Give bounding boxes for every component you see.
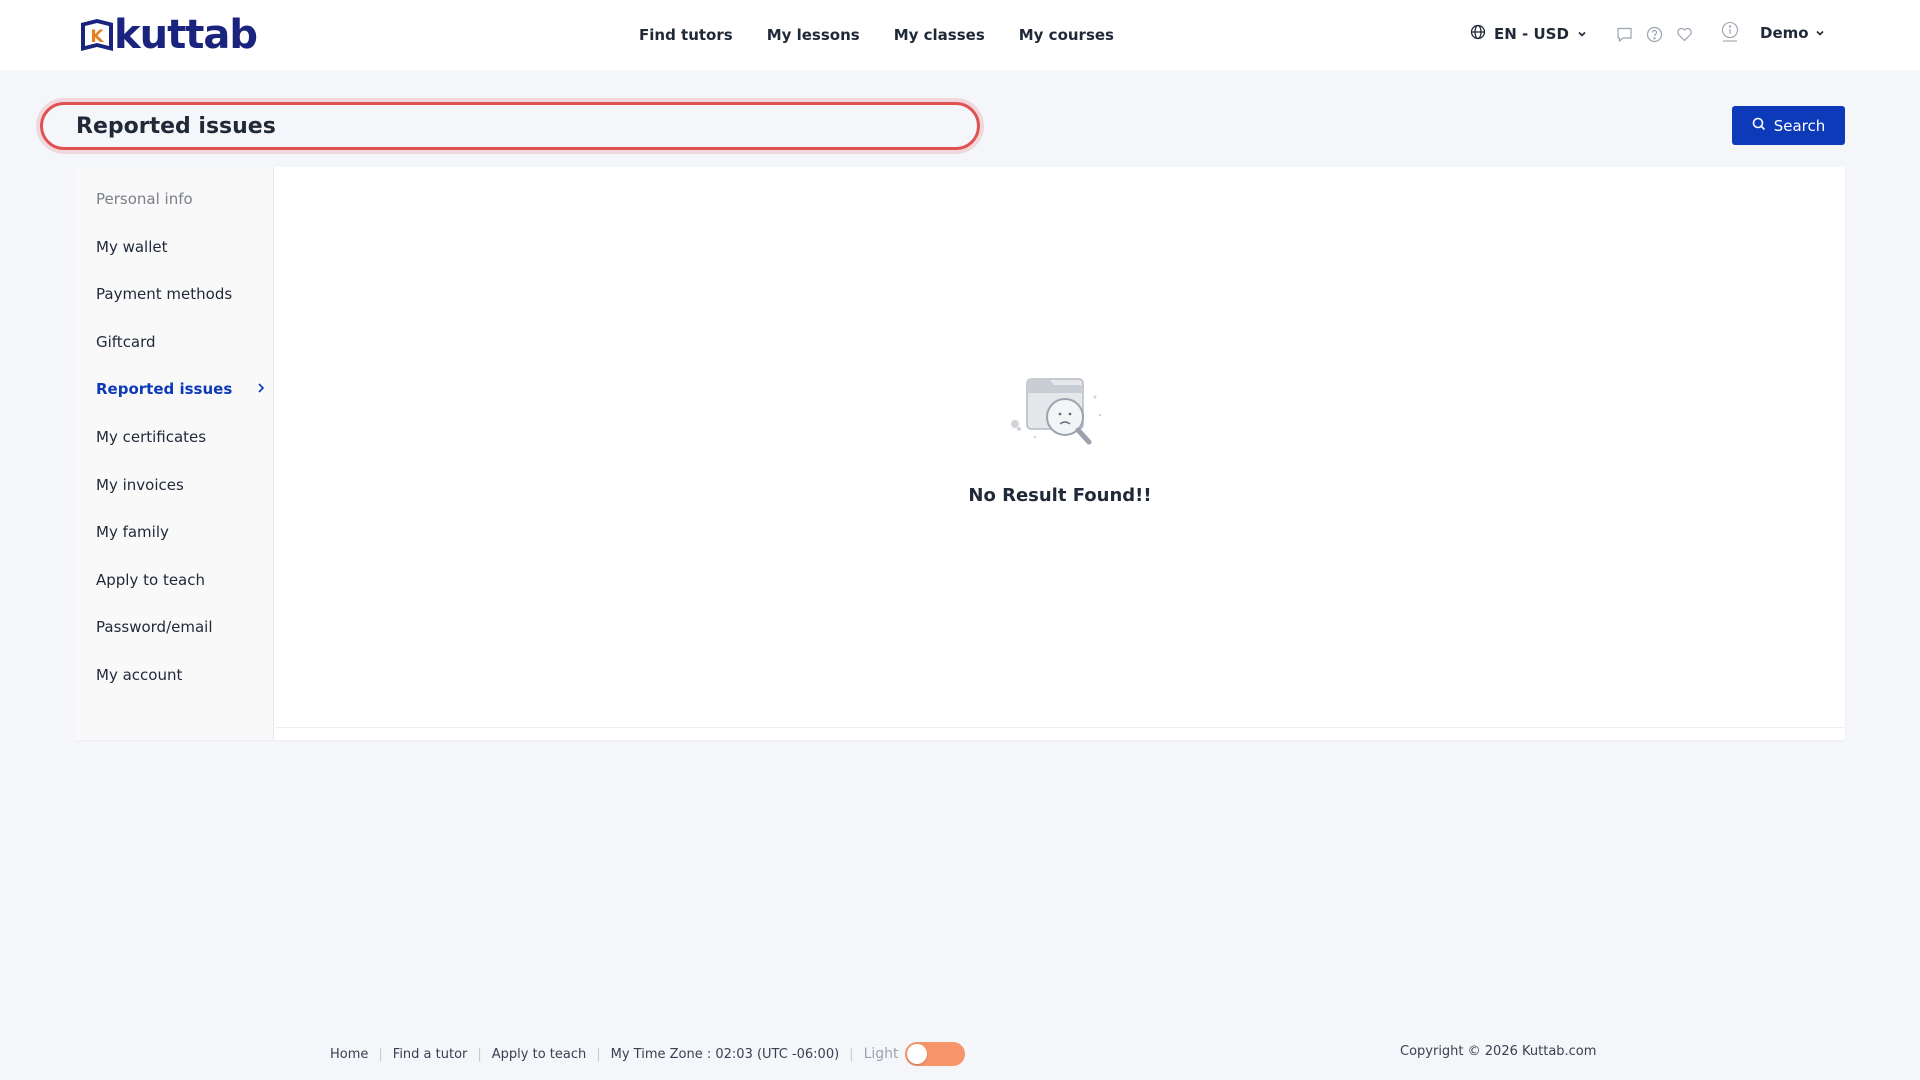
toggle-knob [906, 1044, 927, 1064]
sidebar-item-giftcard[interactable]: Giftcard [96, 327, 266, 357]
theme-label: Light [863, 1046, 899, 1062]
timezone-text: My Time Zone : 02:03 (UTC -06:00) [610, 1046, 840, 1062]
header-actions: EN - USD Demo [1420, 0, 1920, 70]
user-name: Demo [1760, 24, 1809, 42]
footer-separator: | [378, 1046, 383, 1062]
sidebar-item-label: Personal info [96, 190, 193, 208]
search-icon [1752, 117, 1766, 135]
user-menu[interactable]: Demo [1760, 24, 1825, 42]
account-sidebar: Personal info My wallet Payment methods … [75, 167, 274, 740]
footer-link-find-a-tutor[interactable]: Find a tutor [393, 1047, 468, 1062]
footer-separator: | [477, 1046, 482, 1062]
logo[interactable]: K kuttab [78, 12, 258, 58]
sidebar-item-label: Reported issues [96, 380, 233, 398]
footer-link-apply-to-teach[interactable]: Apply to teach [492, 1047, 586, 1062]
sidebar-item-reported-issues[interactable]: Reported issues [96, 374, 266, 404]
sidebar-item-my-invoices[interactable]: My invoices [96, 470, 266, 500]
empty-message: No Result Found!! [968, 485, 1152, 506]
heart-icon[interactable] [1674, 24, 1694, 44]
footer-separator: | [596, 1046, 601, 1062]
footer-links: Home | Find a tutor | Apply to teach | M… [330, 1042, 965, 1066]
sidebar-item-label: Apply to teach [96, 571, 205, 589]
language-label: EN - USD [1494, 25, 1569, 43]
search-button-label: Search [1773, 116, 1826, 135]
sidebar-item-my-account[interactable]: My account [96, 660, 266, 690]
content-panel: No Result Found!! [275, 167, 1845, 740]
main-card: Personal info My wallet Payment methods … [75, 167, 1845, 740]
sidebar-item-payment-methods[interactable]: Payment methods [96, 279, 266, 309]
info-icon[interactable] [1720, 21, 1740, 42]
sidebar-item-my-certificates[interactable]: My certificates [96, 422, 266, 452]
sidebar-item-label: Giftcard [96, 333, 156, 351]
sidebar-item-my-wallet[interactable]: My wallet [96, 232, 266, 262]
chevron-down-icon [1577, 25, 1587, 43]
nav-my-classes[interactable]: My classes [894, 26, 985, 44]
empty-search-illustration-icon [1005, 367, 1115, 461]
sidebar-item-label: My certificates [96, 428, 207, 446]
sidebar-item-my-family[interactable]: My family [96, 517, 266, 547]
search-button[interactable]: Search [1732, 106, 1845, 145]
logo-letter: K [90, 27, 104, 47]
sidebar-item-personal-info[interactable]: Personal info [96, 184, 266, 214]
chevron-right-icon [256, 380, 266, 398]
divider [275, 727, 1845, 728]
chevron-down-icon [1815, 24, 1825, 42]
copyright-text: Copyright © 2026 Kuttab.com [1400, 1044, 1597, 1059]
sidebar-item-label: My family [96, 523, 169, 541]
sidebar-item-label: My wallet [96, 238, 168, 256]
theme-toggle[interactable] [904, 1042, 965, 1066]
top-header: K kuttab Find tutors My lessons My class… [0, 0, 1920, 70]
chat-icon[interactable] [1614, 24, 1634, 44]
sidebar-item-label: Password/email [96, 618, 213, 636]
page-title: Reported issues [76, 113, 276, 139]
footer-separator: | [849, 1046, 854, 1062]
sidebar-item-password-email[interactable]: Password/email [96, 612, 266, 642]
sidebar-item-apply-to-teach[interactable]: Apply to teach [96, 565, 266, 595]
footer-link-home[interactable]: Home [330, 1047, 368, 1062]
nav-my-lessons[interactable]: My lessons [767, 26, 860, 44]
sidebar-item-label: My account [96, 666, 183, 684]
sidebar-item-label: My invoices [96, 476, 184, 494]
sidebar-item-label: Payment methods [96, 285, 233, 303]
page-title-bar: Reported issues [40, 102, 980, 150]
nav-my-courses[interactable]: My courses [1019, 26, 1114, 44]
logo-book-icon: K [78, 15, 116, 55]
logo-text: kuttab [114, 12, 258, 58]
language-currency-selector[interactable]: EN - USD [1470, 24, 1587, 44]
globe-icon [1470, 24, 1486, 44]
nav-find-tutors[interactable]: Find tutors [639, 26, 733, 44]
help-icon[interactable] [1644, 24, 1664, 44]
main-nav: Find tutors My lessons My classes My cou… [639, 0, 1114, 70]
empty-state: No Result Found!! [275, 367, 1845, 506]
